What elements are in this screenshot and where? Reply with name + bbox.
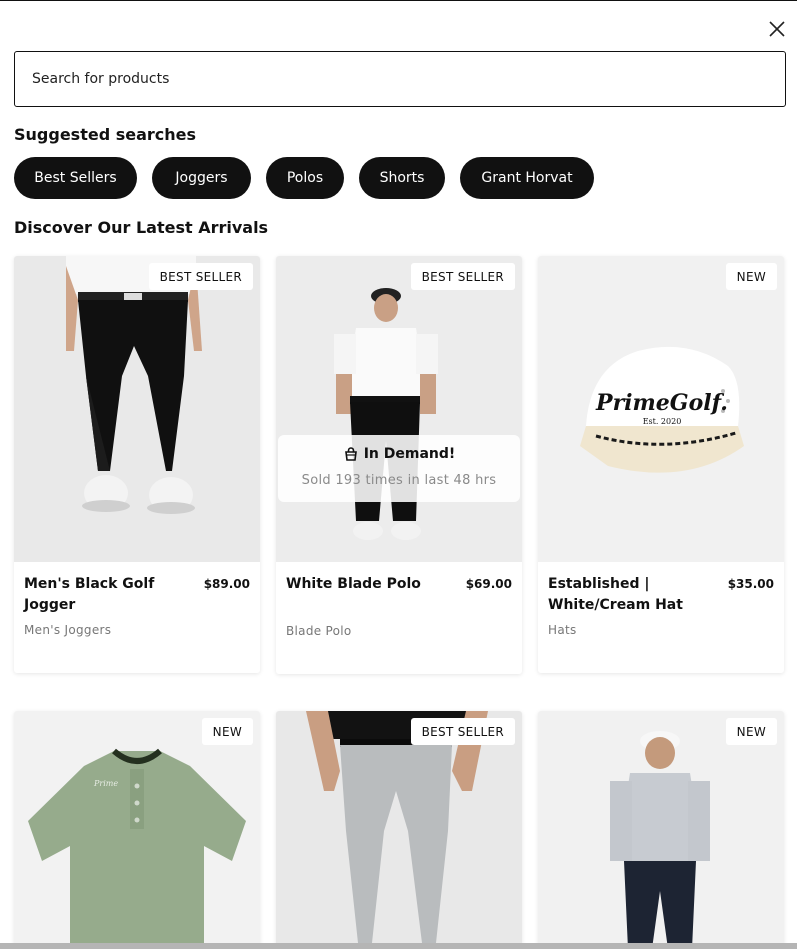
product-title[interactable]: White Blade Polo <box>286 574 446 595</box>
product-image[interactable]: Prime <box>14 711 260 949</box>
product-image[interactable]: In Demand! Sold 193 times in last 48 hrs <box>276 256 522 562</box>
product-image[interactable]: PrimeGolf. Est. 2020 <box>538 256 784 562</box>
product-card[interactable]: BEST SELLER <box>276 711 522 949</box>
product-card[interactable]: Prime NEW <box>14 711 260 949</box>
shopping-bag-icon <box>344 447 357 461</box>
latest-arrivals-heading: Discover Our Latest Arrivals <box>14 218 269 237</box>
product-image[interactable] <box>14 256 260 562</box>
best-seller-badge: BEST SELLER <box>410 263 515 290</box>
product-title[interactable]: Men's Black Golf Jogger <box>24 574 184 616</box>
scroll-indicator <box>0 943 797 949</box>
in-demand-overlay: In Demand! Sold 193 times in last 48 hrs <box>278 435 520 502</box>
svg-text:Est. 2020: Est. 2020 <box>643 417 682 426</box>
new-badge: NEW <box>725 718 777 745</box>
product-card[interactable]: In Demand! Sold 193 times in last 48 hrs… <box>276 256 522 674</box>
close-icon[interactable] <box>766 18 788 40</box>
chip-grant-horvat[interactable]: Grant Horvat <box>460 157 594 199</box>
product-title[interactable]: Established | White/Cream Hat <box>548 574 708 616</box>
best-seller-badge: BEST SELLER <box>410 718 515 745</box>
hat-logo: PrimeGolf. <box>595 390 728 416</box>
product-price: $89.00 <box>203 577 250 591</box>
product-card[interactable]: PrimeGolf. Est. 2020 NEW Established | W… <box>538 256 784 673</box>
product-category: Blade Polo <box>286 624 352 638</box>
product-card[interactable]: BEST SELLER Men's Black Golf Jogger $89.… <box>14 256 260 673</box>
search-field[interactable] <box>14 51 786 107</box>
search-input[interactable] <box>32 52 768 106</box>
suggested-chips: Best Sellers Joggers Polos Shorts Grant … <box>14 157 594 199</box>
in-demand-subtitle: Sold 193 times in last 48 hrs <box>301 473 497 488</box>
in-demand-title: In Demand! <box>363 446 456 462</box>
chip-shorts[interactable]: Shorts <box>359 157 445 199</box>
new-badge: NEW <box>201 718 253 745</box>
product-price: $35.00 <box>727 577 774 591</box>
product-image[interactable] <box>538 711 784 949</box>
new-badge: NEW <box>725 263 777 290</box>
product-category: Men's Joggers <box>24 623 112 637</box>
chip-polos[interactable]: Polos <box>266 157 344 199</box>
product-price: $69.00 <box>465 577 512 591</box>
chip-joggers[interactable]: Joggers <box>152 157 251 199</box>
chip-best-sellers[interactable]: Best Sellers <box>14 157 137 199</box>
svg-text:Prime: Prime <box>93 779 118 788</box>
product-card[interactable]: NEW <box>538 711 784 949</box>
product-category: Hats <box>548 623 577 637</box>
suggested-searches-heading: Suggested searches <box>14 125 197 144</box>
top-border <box>0 0 797 1</box>
best-seller-badge: BEST SELLER <box>148 263 253 290</box>
product-image[interactable] <box>276 711 522 949</box>
